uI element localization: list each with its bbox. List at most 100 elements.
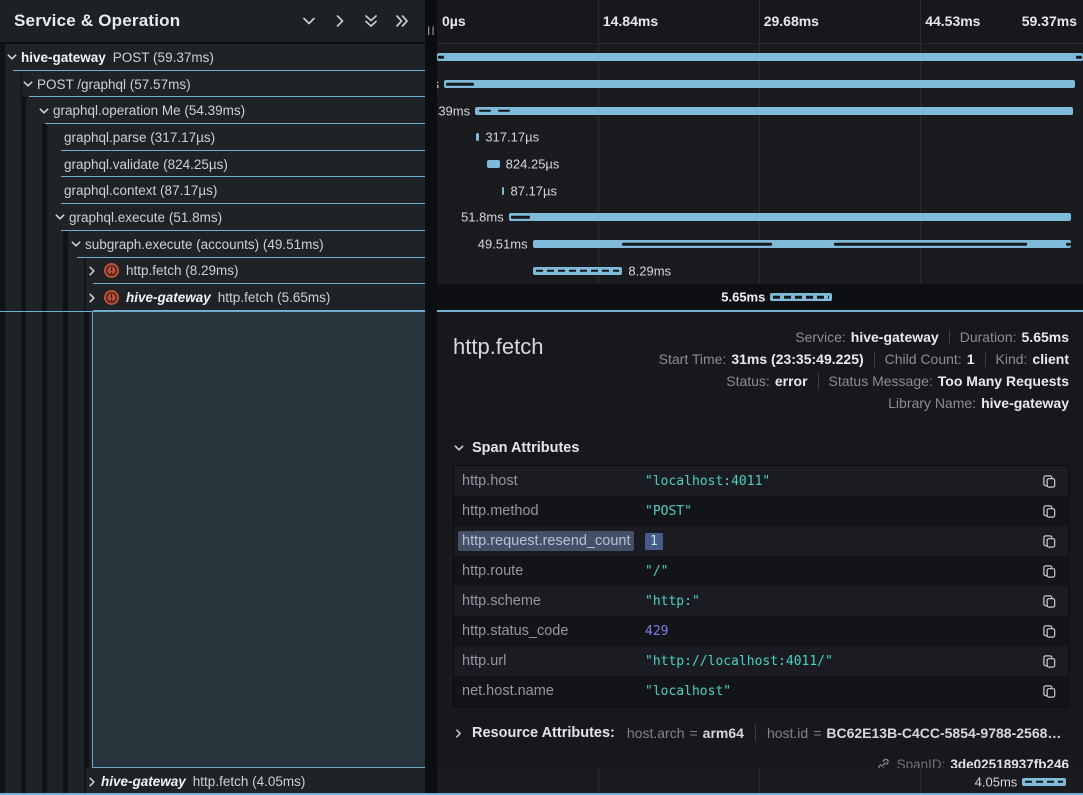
span-duration-bar[interactable] bbox=[437, 53, 1083, 61]
span-tree-row[interactable]: POST /graphql (57.57ms) bbox=[0, 71, 425, 98]
span-duration-bar[interactable] bbox=[533, 267, 623, 275]
attribute-key: http.request.resend_count bbox=[462, 533, 645, 549]
span-duration-bar[interactable] bbox=[502, 187, 504, 195]
child-span-mark bbox=[479, 109, 491, 112]
span-duration-bar[interactable] bbox=[475, 107, 1073, 115]
resource-value: BC62E13B-C4CC-5854-9788-2568… bbox=[826, 725, 1061, 741]
attribute-value: "localhost:4011" bbox=[645, 474, 1040, 489]
attribute-key: http.host bbox=[462, 473, 645, 489]
span-duration-bar[interactable] bbox=[487, 160, 500, 168]
resource-value: arm64 bbox=[703, 725, 744, 741]
expand-chevron-icon[interactable] bbox=[85, 291, 98, 304]
expand-chevron-icon[interactable] bbox=[85, 264, 98, 277]
meta-value: 5.65ms bbox=[1022, 329, 1069, 345]
meta-item: Start Time:31ms (23:35:49.225) bbox=[659, 351, 864, 367]
operation-label: POST /graphql (57.57ms) bbox=[37, 77, 191, 92]
attribute-value: "/" bbox=[645, 564, 1040, 579]
attribute-value: "http://localhost:4011/" bbox=[645, 654, 1040, 669]
span-tree-row[interactable]: graphql.operation Me (54.39ms) bbox=[0, 97, 425, 124]
service-name: hive-gateway bbox=[126, 290, 211, 305]
timeline-row[interactable] bbox=[437, 44, 1083, 71]
attribute-row: http.request.resend_count1 bbox=[454, 526, 1068, 556]
meta-label: Service: bbox=[795, 329, 846, 345]
span-tree-row[interactable]: subgraph.execute (accounts) (49.51ms) bbox=[0, 231, 425, 258]
chevron-down-icon[interactable] bbox=[300, 12, 318, 30]
span-tree-row[interactable]: hive-gatewayPOST (59.37ms) bbox=[0, 44, 425, 71]
indent-guides bbox=[0, 284, 86, 311]
meta-label: Start Time: bbox=[659, 351, 727, 367]
span-tree-row[interactable]: graphql.validate (824.25µs) bbox=[0, 151, 425, 178]
timeline-panel: 0µs14.84ms29.68ms44.53ms59.37ms 57.57ms5… bbox=[437, 0, 1083, 311]
collapse-chevron-icon[interactable] bbox=[37, 104, 50, 117]
timeline-row[interactable]: 87.17µs bbox=[437, 177, 1083, 204]
duration-label: 49.51ms bbox=[478, 237, 528, 252]
timeline-row[interactable]: 4.05ms bbox=[437, 768, 1083, 795]
span-duration-bar[interactable] bbox=[1022, 778, 1066, 786]
indent-guides bbox=[0, 204, 54, 231]
meta-value: hive-gateway bbox=[851, 329, 939, 345]
copy-icon[interactable] bbox=[1040, 502, 1058, 520]
timeline-row[interactable]: 57.57ms bbox=[437, 71, 1083, 98]
chevron-right-icon[interactable] bbox=[331, 12, 349, 30]
panel-resize-divider[interactable]: II bbox=[425, 0, 437, 795]
meta-label: Kind: bbox=[996, 351, 1028, 367]
meta-label: Status Message: bbox=[829, 373, 933, 389]
timeline-row[interactable]: 51.8ms bbox=[437, 204, 1083, 231]
panel-title: Service & Operation bbox=[14, 11, 180, 31]
duration-label: 8.29ms bbox=[628, 263, 671, 278]
expand-chevron-icon[interactable] bbox=[85, 775, 98, 788]
span-duration-bar[interactable] bbox=[444, 80, 1075, 88]
bottom-tree-row: hive-gatewayhttp.fetch (4.05ms) bbox=[0, 768, 425, 795]
span-tree-row[interactable]: http.fetch (8.29ms) bbox=[0, 258, 425, 285]
indent-guides bbox=[0, 124, 54, 151]
span-tree-row[interactable]: graphql.parse (317.17µs) bbox=[0, 124, 425, 151]
span-meta-line: Service:hive-gatewayDuration:5.65ms bbox=[795, 326, 1069, 348]
copy-icon[interactable] bbox=[1040, 562, 1058, 580]
span-duration-bar[interactable] bbox=[509, 213, 1071, 221]
operation-label: graphql.execute (51.8ms) bbox=[69, 210, 222, 225]
double-chevron-right-icon[interactable] bbox=[393, 12, 411, 30]
indent-guides bbox=[0, 258, 86, 285]
resize-grip-icon[interactable]: II bbox=[427, 24, 436, 38]
collapse-chevron-icon[interactable] bbox=[69, 238, 82, 251]
double-chevron-down-icon[interactable] bbox=[362, 12, 380, 30]
attribute-row: http.route"/" bbox=[454, 556, 1068, 586]
span-attributes-title: Span Attributes bbox=[472, 440, 579, 456]
operation-label: graphql.operation Me (54.39ms) bbox=[53, 103, 245, 118]
attribute-key: http.status_code bbox=[462, 623, 645, 639]
child-span-mark bbox=[834, 243, 1027, 246]
timeline-row[interactable]: 49.51ms bbox=[437, 231, 1083, 258]
timeline-row-selected[interactable]: 5.65ms bbox=[437, 284, 1083, 311]
equals-sign: = bbox=[813, 725, 821, 741]
span-duration-bar[interactable] bbox=[770, 293, 831, 301]
span-tree-row[interactable]: hive-gatewayhttp.fetch (4.05ms) bbox=[0, 768, 425, 795]
resource-attributes-toggle[interactable]: Resource Attributes: host.arch=arm64host… bbox=[453, 720, 1069, 746]
attribute-key: http.url bbox=[462, 653, 645, 669]
collapse-chevron-icon[interactable] bbox=[5, 51, 18, 64]
timeline-row[interactable]: 54.39ms bbox=[437, 97, 1083, 124]
collapse-chevron-icon[interactable] bbox=[21, 78, 34, 91]
meta-item: Library Name:hive-gateway bbox=[888, 395, 1069, 411]
copy-icon[interactable] bbox=[1040, 472, 1058, 490]
meta-value: client bbox=[1032, 351, 1069, 367]
copy-icon[interactable] bbox=[1040, 532, 1058, 550]
timeline-row[interactable]: 824.25µs bbox=[437, 151, 1083, 178]
span-meta: Service:hive-gatewayDuration:5.65msStart… bbox=[659, 326, 1069, 414]
timeline-row[interactable]: 8.29ms bbox=[437, 258, 1083, 285]
span-tree-row-selected[interactable]: hive-gatewayhttp.fetch (5.65ms) bbox=[0, 284, 425, 311]
copy-icon[interactable] bbox=[1040, 622, 1058, 640]
copy-icon[interactable] bbox=[1040, 652, 1058, 670]
span-attributes-toggle[interactable]: Span Attributes bbox=[453, 440, 1069, 456]
indent-guides bbox=[0, 97, 38, 124]
selected-span-highlight-box bbox=[92, 311, 435, 768]
span-tree-row[interactable]: graphql.execute (51.8ms) bbox=[0, 204, 425, 231]
collapse-chevron-icon[interactable] bbox=[53, 211, 66, 224]
span-tree-row[interactable]: graphql.context (87.17µs) bbox=[0, 177, 425, 204]
timeline-row[interactable]: 317.17µs bbox=[437, 124, 1083, 151]
attribute-value: 429 bbox=[645, 624, 1040, 639]
copy-icon[interactable] bbox=[1040, 592, 1058, 610]
span-meta-line: Status:errorStatus Message:Too Many Requ… bbox=[726, 370, 1069, 392]
span-duration-bar[interactable] bbox=[476, 133, 480, 141]
meta-value: 1 bbox=[967, 351, 975, 367]
copy-icon[interactable] bbox=[1040, 682, 1058, 700]
